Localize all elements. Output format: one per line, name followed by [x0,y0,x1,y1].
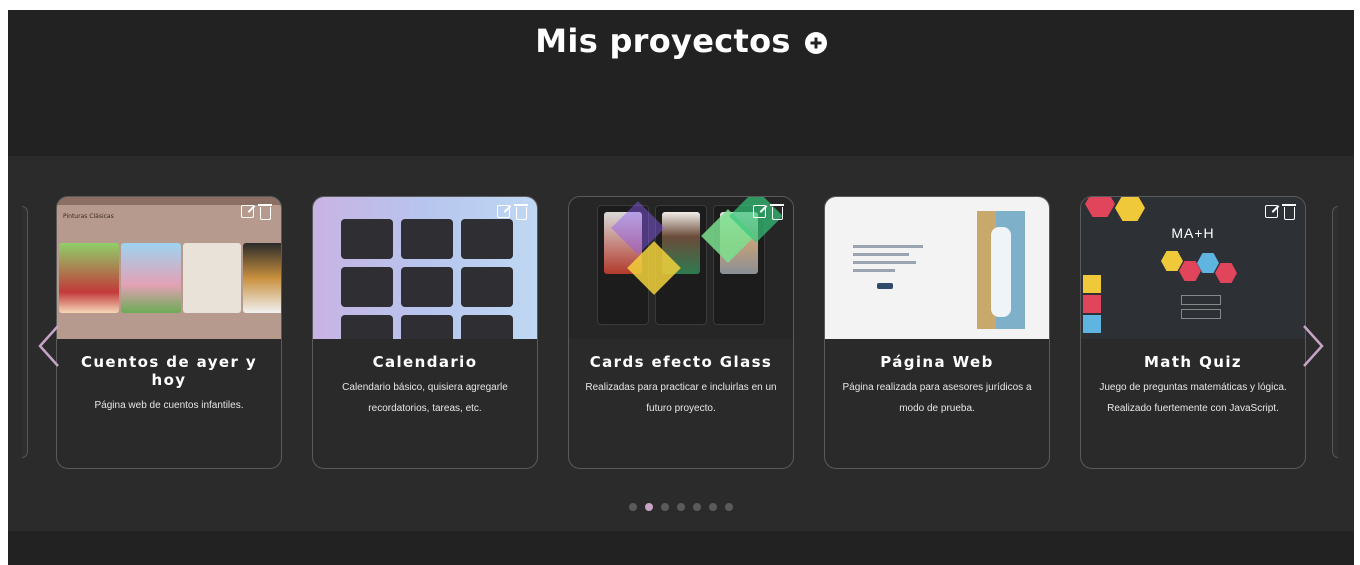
carousel-pagination [8,503,1354,511]
project-thumbnail: MA+H [1081,197,1305,339]
project-thumbnail: Pinturas Clásicas [57,197,281,339]
card-title: Math Quiz [1143,353,1243,371]
card-title: Cards efecto Glass [589,353,773,371]
pagination-dot[interactable] [725,503,733,511]
card-description: Juego de preguntas matemáticas y lógica.… [1099,382,1287,414]
project-card[interactable]: Cards efecto Glass Realizadas para pract… [568,196,794,469]
edit-icon[interactable] [1265,205,1278,218]
chevron-right-icon[interactable] [1302,324,1324,368]
project-card[interactable]: Calendario Calendario básico, quisiera a… [312,196,538,469]
project-card[interactable]: Pinturas Clásicas Cuentos de ayer y hoy … [56,196,282,469]
pagination-dot[interactable] [645,503,653,511]
edit-icon[interactable] [753,205,766,218]
project-card[interactable]: MA+H Math Quiz Juego de preguntas matemá… [1080,196,1306,469]
trash-icon[interactable] [770,204,784,220]
project-thumbnail [569,197,793,339]
card-description: Página realizada para asesores jurídicos… [842,382,1032,414]
card-title: Calendario [372,353,478,371]
header: Mis proyectos [8,10,1354,156]
trash-icon[interactable] [1282,204,1296,220]
footer-band [8,531,1354,565]
pagination-dot[interactable] [693,503,701,511]
pagination-dot[interactable] [709,503,717,511]
pagination-dot[interactable] [629,503,637,511]
pagination-dot[interactable] [677,503,685,511]
trash-icon[interactable] [514,204,528,220]
card-title: Página Web [880,353,994,371]
partial-card-right [1332,206,1338,458]
add-project-button[interactable] [804,32,827,54]
math-quiz-logo: MA+H [1171,225,1215,241]
partial-card-left [22,206,28,458]
edit-icon[interactable] [241,205,254,218]
edit-icon[interactable] [497,205,510,218]
project-card[interactable]: Página Web Página realizada para asesore… [824,196,1050,469]
card-description: Calendario básico, quisiera agregarle re… [342,382,508,414]
project-thumbnail [825,197,1049,339]
title-row: Mis proyectos [8,22,1354,60]
projects-page: Mis proyectos Pinturas Clásicas Cuentos … [8,10,1354,565]
card-description: Realizadas para practicar e incluirlas e… [585,382,777,414]
card-description: Página web de cuentos infantiles. [94,400,244,411]
trash-icon[interactable] [258,204,272,220]
card-title: Cuentos de ayer y hoy [80,353,258,389]
thumbnail-label: Pinturas Clásicas [63,213,114,220]
pagination-dot[interactable] [661,503,669,511]
page-title: Mis proyectos [535,22,791,60]
chevron-left-icon[interactable] [38,324,60,368]
project-thumbnail [313,197,537,339]
projects-carousel: Pinturas Clásicas Cuentos de ayer y hoy … [8,156,1354,531]
